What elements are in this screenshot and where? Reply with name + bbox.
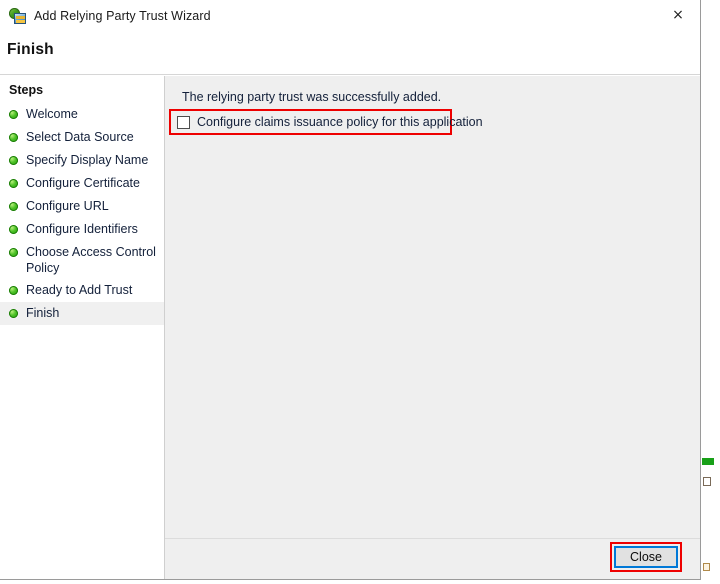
- title-bar: Add Relying Party Trust Wizard ×: [0, 0, 700, 31]
- sidebar-item-label: Specify Display Name: [26, 153, 149, 167]
- sidebar-item-label: Choose Access Control Policy: [26, 245, 156, 275]
- sidebar-item-label: Select Data Source: [26, 130, 134, 144]
- content-area: The relying party trust was successfully…: [165, 76, 700, 539]
- background-green-marker-icon: [702, 458, 714, 465]
- background-partial-icon-secondary: [703, 563, 710, 571]
- page-header: Finish: [0, 31, 700, 75]
- success-message: The relying party trust was successfully…: [182, 90, 442, 104]
- close-button[interactable]: Close: [614, 546, 678, 568]
- sidebar-item-configure-certificate[interactable]: Configure Certificate: [0, 172, 164, 195]
- sidebar-item-specify-display-name[interactable]: Specify Display Name: [0, 149, 164, 172]
- relying-party-trust-icon: [9, 7, 27, 25]
- page-title: Finish: [7, 41, 54, 58]
- configure-claims-issuance-policy-checkbox[interactable]: [177, 115, 190, 129]
- steps-sidebar: Steps Welcome Select Data Source Specify…: [0, 76, 165, 579]
- green-bullet-icon: [9, 133, 18, 142]
- green-bullet-icon: [9, 202, 18, 211]
- sidebar-item-label: Ready to Add Trust: [26, 283, 133, 297]
- sidebar-item-label: Welcome: [26, 107, 78, 121]
- green-bullet-icon: [9, 309, 18, 318]
- sidebar-item-choose-access-control-policy[interactable]: Choose Access Control Policy: [0, 241, 164, 279]
- footer-bar: Close: [165, 539, 700, 579]
- green-bullet-icon: [9, 179, 18, 188]
- close-button-label: Close: [630, 550, 662, 564]
- sidebar-item-label: Configure Certificate: [26, 176, 140, 190]
- configure-claims-issuance-policy-label: Configure claims issuance policy for thi…: [197, 115, 483, 129]
- green-bullet-icon: [9, 225, 18, 234]
- sidebar-item-ready-to-add-trust[interactable]: Ready to Add Trust: [0, 279, 164, 302]
- add-relying-party-trust-wizard-window: Add Relying Party Trust Wizard × Finish …: [0, 0, 701, 580]
- window-title: Add Relying Party Trust Wizard: [34, 8, 211, 23]
- green-bullet-icon: [9, 156, 18, 165]
- sidebar-item-label: Configure URL: [26, 199, 109, 213]
- sidebar-item-select-data-source[interactable]: Select Data Source: [0, 126, 164, 149]
- green-bullet-icon: [9, 286, 18, 295]
- green-bullet-icon: [9, 248, 18, 257]
- close-window-button[interactable]: ×: [656, 0, 700, 29]
- steps-heading: Steps: [9, 83, 44, 97]
- sidebar-item-welcome[interactable]: Welcome: [0, 103, 164, 126]
- plug-icon-part: [14, 12, 26, 24]
- configure-claims-issuance-policy-checkbox-row[interactable]: Configure claims issuance policy for thi…: [177, 115, 483, 129]
- content-pane: The relying party trust was successfully…: [165, 76, 700, 579]
- green-bullet-icon: [9, 110, 18, 119]
- sidebar-item-configure-identifiers[interactable]: Configure Identifiers: [0, 218, 164, 241]
- wizard-body: Steps Welcome Select Data Source Specify…: [0, 76, 700, 579]
- background-partial-icon: [703, 477, 711, 486]
- sidebar-item-finish[interactable]: Finish: [0, 302, 164, 325]
- sidebar-item-label: Configure Identifiers: [26, 222, 138, 236]
- sidebar-item-configure-url[interactable]: Configure URL: [0, 195, 164, 218]
- sidebar-item-label: Finish: [26, 306, 60, 320]
- close-icon: ×: [672, 6, 684, 23]
